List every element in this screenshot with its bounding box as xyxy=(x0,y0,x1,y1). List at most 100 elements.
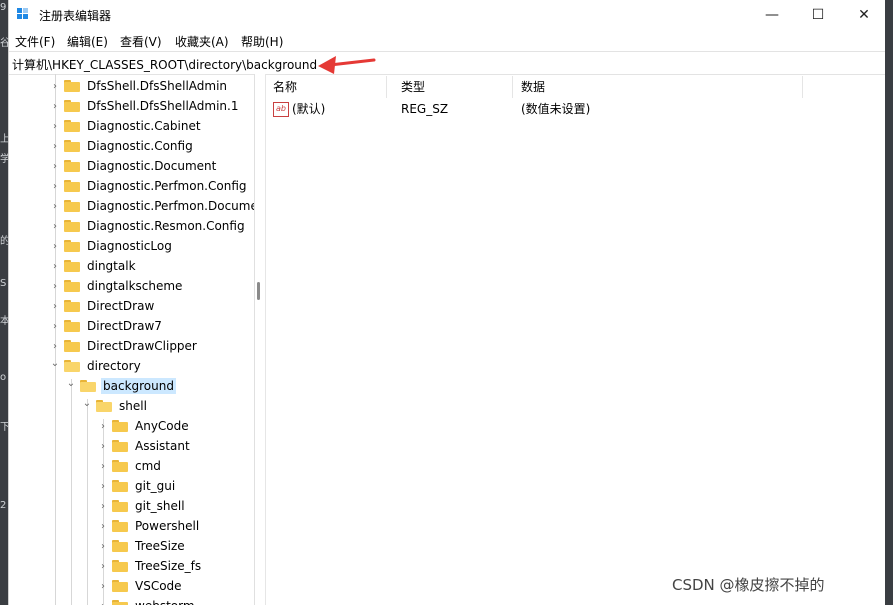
tree-node-label: DirectDraw7 xyxy=(87,319,162,333)
values-list[interactable]: 名称 类型 数据 ab (默认) REG_SZ (数值未设置) xyxy=(267,74,886,605)
tree-node-label: webstorm xyxy=(133,598,197,605)
tree-node-label: VSCode xyxy=(135,579,182,593)
tree-node-label: DfsShell.DfsShellAdmin.1 xyxy=(87,99,239,113)
tree-node[interactable]: › VSCode xyxy=(97,576,184,596)
chevron-down-icon[interactable]: ⌄ xyxy=(49,358,61,369)
chevron-right-icon[interactable]: › xyxy=(97,561,109,572)
folder-icon xyxy=(64,360,80,372)
tree-node-label: Diagnostic.Resmon.Config xyxy=(87,219,245,233)
tree-node-label: directory xyxy=(87,359,141,373)
desktop-background-strip: 9谷上学的S本o下2 xyxy=(0,0,10,605)
tree-node[interactable]: › git_gui xyxy=(97,476,177,496)
maximize-button[interactable]: ☐ xyxy=(795,0,841,30)
tree-node-label: DiagnosticLog xyxy=(87,239,172,253)
tree-node[interactable]: ⌄ directory xyxy=(49,356,143,376)
tree-node-label: cmd xyxy=(135,459,161,473)
folder-icon xyxy=(64,320,80,332)
tree-node-label: DfsShell.DfsShellAdmin xyxy=(87,79,228,93)
tree-node[interactable]: › dingtalkscheme xyxy=(49,276,184,296)
chevron-right-icon[interactable]: › xyxy=(97,481,109,492)
chevron-right-icon[interactable]: › xyxy=(97,601,109,605)
tree-node-label: DirectDrawClipper xyxy=(87,339,197,353)
tree-node[interactable]: ⌄ shell xyxy=(81,396,149,416)
chevron-right-icon[interactable]: › xyxy=(49,201,61,212)
chevron-right-icon[interactable]: › xyxy=(97,441,109,452)
tree-node[interactable]: › AnyCode xyxy=(97,416,191,436)
tree-node[interactable]: › Diagnostic.Perfmon.Config xyxy=(49,176,249,196)
regedit-app-icon xyxy=(17,8,31,22)
chevron-right-icon[interactable]: › xyxy=(49,161,61,172)
folder-icon xyxy=(64,160,80,172)
tree-node[interactable]: › Diagnostic.Config xyxy=(49,136,195,156)
value-name-cell[interactable]: ab (默认) xyxy=(273,99,325,119)
chevron-right-icon[interactable]: › xyxy=(49,261,61,272)
column-header-name[interactable]: 名称 xyxy=(267,76,387,98)
column-header-data[interactable]: 数据 xyxy=(515,76,803,98)
folder-icon xyxy=(112,440,128,452)
tree-guide-line xyxy=(87,399,88,605)
chevron-right-icon[interactable]: › xyxy=(97,421,109,432)
tree-node[interactable]: › DirectDraw7 xyxy=(49,316,164,336)
menu-favorites[interactable]: 收藏夹(A) xyxy=(175,33,229,50)
tree-node[interactable]: ⌄ background xyxy=(65,376,176,396)
menu-file[interactable]: 文件(F) xyxy=(15,33,55,50)
menu-help[interactable]: 帮助(H) xyxy=(241,33,283,50)
tree-node[interactable]: › DfsShell.DfsShellAdmin.1 xyxy=(49,96,241,116)
tree-node[interactable]: › Assistant xyxy=(97,436,192,456)
tree-node[interactable]: › cmd xyxy=(97,456,163,476)
folder-icon xyxy=(64,200,80,212)
tree-node[interactable]: › TreeSize_fs xyxy=(97,556,203,576)
tree-node[interactable]: › DiagnosticLog xyxy=(49,236,174,256)
tree-node-label: AnyCode xyxy=(135,419,189,433)
tree-node-label: dingtalk xyxy=(87,259,136,273)
tree-node[interactable]: › dingtalk xyxy=(49,256,138,276)
folder-icon xyxy=(64,100,80,112)
address-bar[interactable]: 计算机\HKEY_CLASSES_ROOT\directory\backgrou… xyxy=(9,51,885,75)
tree-node-label: Diagnostic.Document xyxy=(87,159,217,173)
chevron-right-icon[interactable]: › xyxy=(49,301,61,312)
menu-edit[interactable]: 编辑(E) xyxy=(67,33,108,50)
chevron-right-icon[interactable]: › xyxy=(97,501,109,512)
column-header-type[interactable]: 类型 xyxy=(395,76,513,98)
tree-node[interactable]: › DirectDraw xyxy=(49,296,156,316)
tree-node-label: git_gui xyxy=(135,479,176,493)
folder-icon xyxy=(112,560,128,572)
pane-splitter[interactable] xyxy=(255,74,266,605)
background-text: 9 xyxy=(0,2,7,13)
tree-node[interactable]: › git_shell xyxy=(97,496,187,516)
tree-node[interactable]: › Diagnostic.Cabinet xyxy=(49,116,203,136)
tree-scroll-thumb[interactable] xyxy=(257,282,260,300)
registry-key-tree[interactable]: › DfsShell.DfsShellAdmin › DfsShell.DfsShel… xyxy=(9,74,255,605)
chevron-right-icon[interactable]: › xyxy=(97,541,109,552)
folder-icon xyxy=(112,580,128,592)
address-path[interactable]: 计算机\HKEY_CLASSES_ROOT\directory\backgrou… xyxy=(12,56,317,73)
folder-icon xyxy=(64,280,80,292)
chevron-down-icon[interactable]: ⌄ xyxy=(81,398,93,409)
chevron-right-icon[interactable]: › xyxy=(97,521,109,532)
chevron-right-icon[interactable]: › xyxy=(49,341,61,352)
chevron-right-icon[interactable]: › xyxy=(49,281,61,292)
chevron-right-icon[interactable]: › xyxy=(49,241,61,252)
tree-node[interactable]: › Powershell xyxy=(97,516,201,536)
chevron-right-icon[interactable]: › xyxy=(49,221,61,232)
close-button[interactable]: ✕ xyxy=(841,0,887,30)
chevron-right-icon[interactable]: › xyxy=(49,101,61,112)
tree-node[interactable]: › TreeSize xyxy=(97,536,187,556)
chevron-right-icon[interactable]: › xyxy=(49,81,61,92)
chevron-right-icon[interactable]: › xyxy=(49,321,61,332)
tree-node[interactable]: › DfsShell.DfsShellAdmin xyxy=(49,76,229,96)
chevron-right-icon[interactable]: › xyxy=(49,121,61,132)
minimize-button[interactable]: — xyxy=(749,0,795,30)
chevron-right-icon[interactable]: › xyxy=(49,141,61,152)
chevron-right-icon[interactable]: › xyxy=(97,461,109,472)
tree-node[interactable]: › Diagnostic.Document xyxy=(49,156,218,176)
tree-node[interactable]: › webstorm xyxy=(97,596,197,605)
tree-node[interactable]: › DirectDrawClipper xyxy=(49,336,199,356)
tree-node[interactable]: › Diagnostic.Resmon.Config xyxy=(49,216,247,236)
tree-node[interactable]: › Diagnostic.Perfmon.Docume xyxy=(49,196,254,216)
chevron-down-icon[interactable]: ⌄ xyxy=(65,378,77,389)
chevron-right-icon[interactable]: › xyxy=(97,581,109,592)
chevron-right-icon[interactable]: › xyxy=(49,181,61,192)
menu-view[interactable]: 查看(V) xyxy=(120,33,162,50)
folder-icon xyxy=(64,140,80,152)
